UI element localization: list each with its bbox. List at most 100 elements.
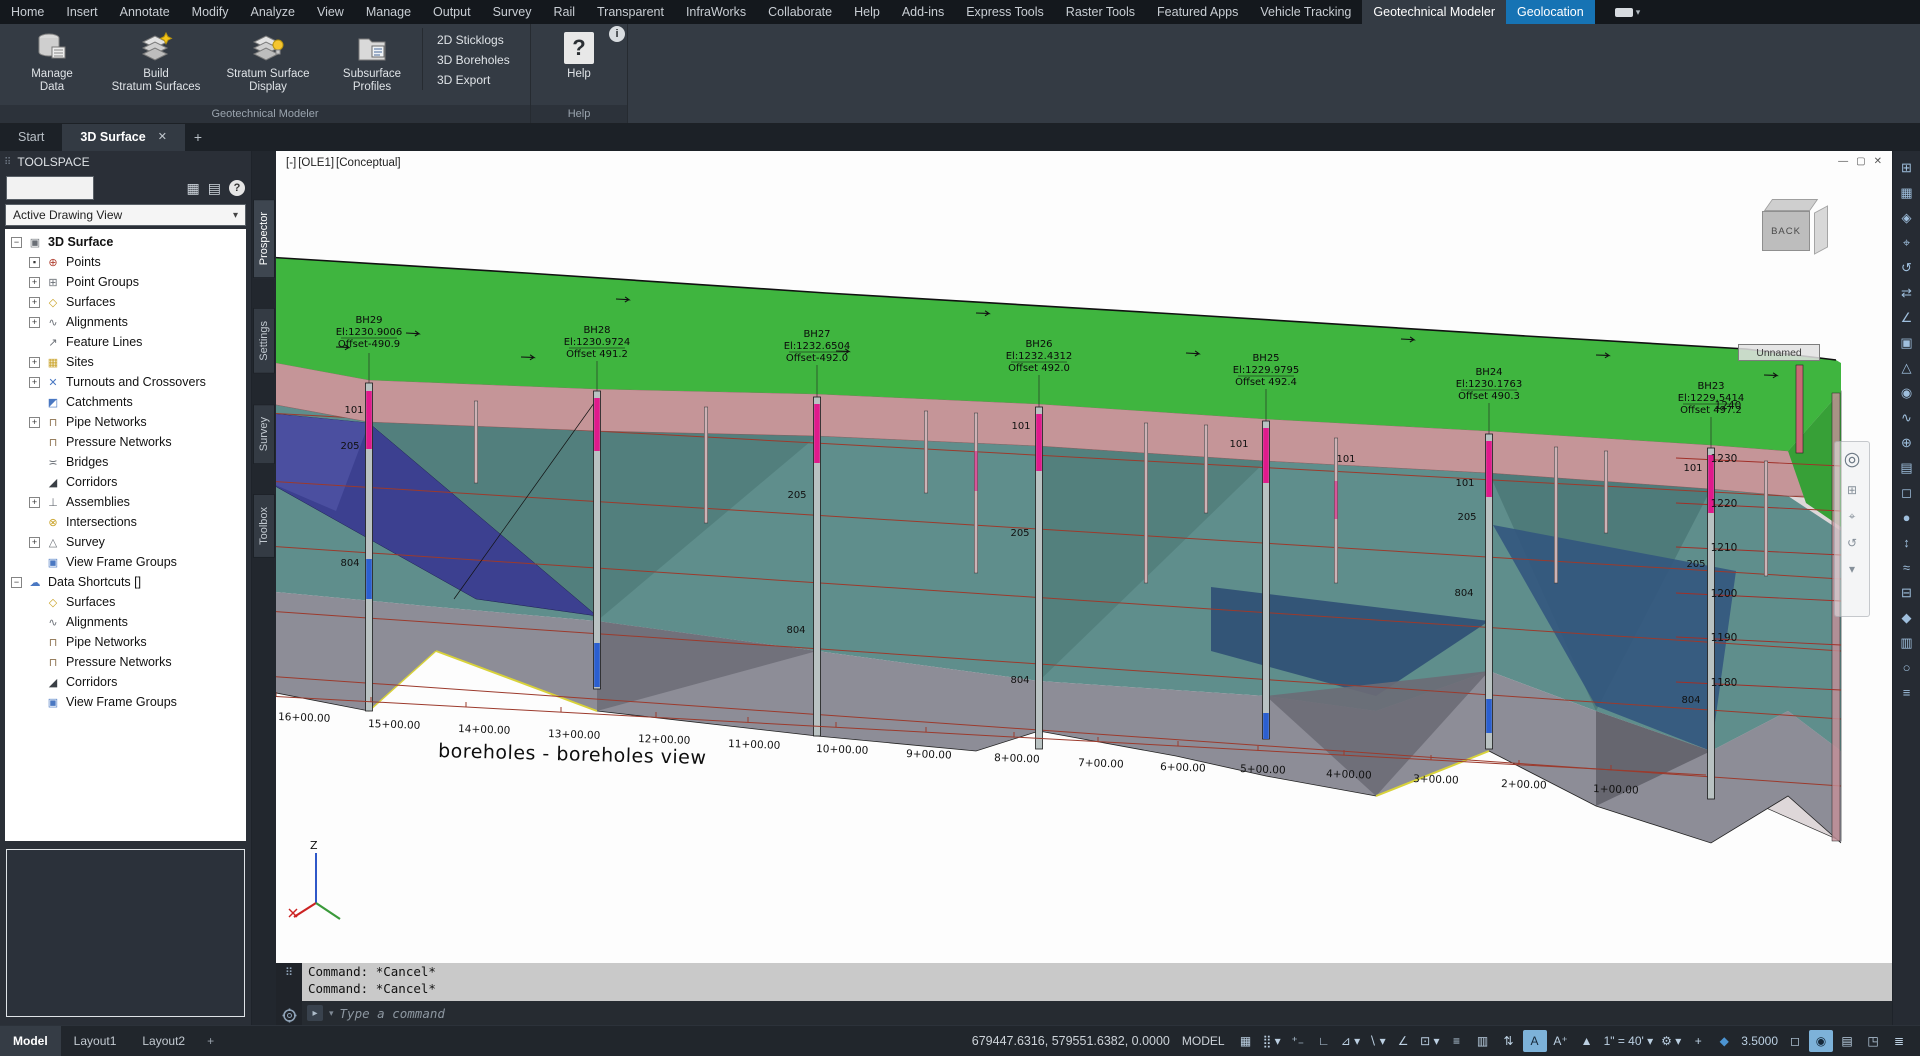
viewcube[interactable]: BACK xyxy=(1756,197,1832,259)
customize-wrench-icon[interactable] xyxy=(282,1008,297,1023)
annotation-autoscale-icon[interactable]: A⁺ xyxy=(1549,1030,1573,1052)
view-selector-dropdown[interactable]: Active Drawing View ▾ xyxy=(5,204,246,226)
target-icon[interactable]: ◉ xyxy=(1895,380,1919,405)
panel-label-help[interactable]: Help xyxy=(531,105,627,123)
lines-icon[interactable]: ≡ xyxy=(1895,680,1919,705)
wave-icon[interactable]: ∿ xyxy=(1895,405,1919,430)
tree-item-turnouts[interactable]: +✕Turnouts and Crossovers xyxy=(7,372,246,392)
tree-item-alignments[interactable]: +∿Alignments xyxy=(7,312,246,332)
tab-survey[interactable]: Survey xyxy=(482,0,543,24)
swap-icon[interactable]: ⇄ xyxy=(1895,280,1919,305)
tree-item-feature-lines[interactable]: ↗Feature Lines xyxy=(7,332,246,352)
side-tab-prospector[interactable]: Prospector xyxy=(253,199,275,278)
tree-item-catchments[interactable]: ◩Catchments xyxy=(7,392,246,412)
tab-modify[interactable]: Modify xyxy=(181,0,240,24)
new-drawing-button[interactable]: + xyxy=(185,124,211,151)
panel-label-geotechnical-modeler[interactable]: Geotechnical Modeler xyxy=(0,105,530,123)
info-icon[interactable]: i xyxy=(609,26,625,42)
tab-output[interactable]: Output xyxy=(422,0,482,24)
tab-analyze[interactable]: Analyze xyxy=(239,0,305,24)
close-icon[interactable]: ✕ xyxy=(1874,156,1882,167)
pan-icon[interactable]: ▦ xyxy=(1895,180,1919,205)
tree-item-data-shortcuts[interactable]: −☁Data Shortcuts [] xyxy=(7,572,246,592)
subsurface-profiles-button[interactable]: SubsurfaceProfiles xyxy=(324,28,420,94)
close-icon[interactable]: ✕ xyxy=(158,124,167,151)
navigation-bar[interactable]: ◎ ⊞ ⌖ ↺ ▾ xyxy=(1834,441,1870,617)
tab-raster-tools[interactable]: Raster Tools xyxy=(1055,0,1146,24)
ucs-icon[interactable]: Z xyxy=(289,839,340,919)
minimize-icon[interactable]: — xyxy=(1838,156,1848,167)
tab-express-tools[interactable]: Express Tools xyxy=(955,0,1055,24)
command-history[interactable]: Command: *Cancel* Command: *Cancel* xyxy=(302,963,1892,1001)
dynamic-input-icon[interactable]: ⁺₋ xyxy=(1286,1030,1310,1052)
ortho-icon[interactable]: ∟ xyxy=(1312,1030,1336,1052)
3d-export-button[interactable]: 3D Export xyxy=(431,70,526,90)
coordinates-readout[interactable]: 679447.6316, 579551.6382, 0.0000 xyxy=(972,1034,1170,1048)
plus-circle-icon[interactable]: ⊕ xyxy=(1895,430,1919,455)
polar-tracking-icon[interactable]: ⊿ ▾ xyxy=(1338,1030,1363,1052)
orbit-icon[interactable]: ↺ xyxy=(1847,536,1857,550)
triangle-icon[interactable]: △ xyxy=(1895,355,1919,380)
tab-layout1[interactable]: Layout1 xyxy=(61,1026,130,1056)
steering-wheel-icon[interactable]: ◎ xyxy=(1844,448,1861,471)
tab-model[interactable]: Model xyxy=(0,1026,61,1056)
dot-icon[interactable]: ● xyxy=(1895,505,1919,530)
drawing-viewport[interactable]: [-] [OLE1] [Conceptual] — ▢ ✕ xyxy=(276,151,1892,963)
viewport-view-control[interactable]: [OLE1] xyxy=(298,157,334,169)
collapse-icon[interactable]: − xyxy=(11,577,22,588)
tab-3d-surface[interactable]: 3D Surface ✕ xyxy=(62,124,185,151)
chevron-down-icon[interactable]: ▾ xyxy=(329,1008,334,1019)
annotation-scale-value[interactable]: 1" = 40' ▾ xyxy=(1600,1034,1658,1048)
tab-start[interactable]: Start xyxy=(0,124,62,151)
restore-icon[interactable]: ▢ xyxy=(1856,156,1865,167)
tab-transparent[interactable]: Transparent xyxy=(586,0,675,24)
lineweight-icon[interactable]: ≡ xyxy=(1445,1030,1469,1052)
tab-add-ins[interactable]: Add-ins xyxy=(891,0,955,24)
expander-icon[interactable]: ▪ xyxy=(29,257,40,268)
tab-rail[interactable]: Rail xyxy=(542,0,586,24)
zoom-window-icon[interactable]: ◈ xyxy=(1895,205,1919,230)
tree-item-view-frame-groups[interactable]: ▣View Frame Groups xyxy=(7,552,246,572)
side-tab-toolbox[interactable]: Toolbox xyxy=(253,494,275,558)
viewcube-front-face[interactable]: BACK xyxy=(1762,211,1810,251)
expander-icon[interactable]: + xyxy=(29,297,40,308)
tab-insert[interactable]: Insert xyxy=(55,0,108,24)
tree-item-pressure-networks[interactable]: ⊓Pressure Networks xyxy=(7,432,246,452)
tree-item-intersections[interactable]: ⊗Intersections xyxy=(7,512,246,532)
item-view-icon[interactable]: ▦ xyxy=(187,180,200,197)
square-icon[interactable]: ◻ xyxy=(1895,480,1919,505)
tree-item-ds-corridors[interactable]: ◢Corridors xyxy=(7,672,246,692)
workspace-gear-icon[interactable]: ⚙ ▾ xyxy=(1658,1030,1684,1052)
pointer-icon[interactable]: ⊞ xyxy=(1895,155,1919,180)
manage-data-button[interactable]: ManageData xyxy=(4,28,100,94)
new-layout-button[interactable]: + xyxy=(198,1034,223,1048)
tab-geolocation[interactable]: Geolocation xyxy=(1506,0,1595,24)
clean-screen-icon[interactable]: ◳ xyxy=(1861,1030,1885,1052)
toolspace-title-bar[interactable]: ⠿ TOOLSPACE xyxy=(0,151,251,173)
expander-icon[interactable]: + xyxy=(29,497,40,508)
tab-geotechnical-modeler[interactable]: Geotechnical Modeler xyxy=(1362,0,1506,24)
object-snap-icon[interactable]: ⊡ ▾ xyxy=(1417,1030,1442,1052)
tree-item-surfaces[interactable]: +◇Surfaces xyxy=(7,292,246,312)
tree-item-sites[interactable]: +▦Sites xyxy=(7,352,246,372)
status-value[interactable]: 3.5000 xyxy=(1737,1034,1782,1048)
side-tab-survey[interactable]: Survey xyxy=(253,404,275,464)
expander-icon[interactable]: + xyxy=(29,537,40,548)
viewport-menu-control[interactable]: [-] xyxy=(286,157,296,169)
build-stratum-surfaces-button[interactable]: BuildStratum Surfaces xyxy=(100,28,212,94)
expander-icon[interactable]: + xyxy=(29,357,40,368)
tree-item-assemblies[interactable]: +⊥Assemblies xyxy=(7,492,246,512)
expander-icon[interactable]: + xyxy=(29,377,40,388)
grid-icon[interactable]: ▦ xyxy=(1234,1030,1258,1052)
tree-item-ds-surfaces[interactable]: ◇Surfaces xyxy=(7,592,246,612)
isolate-objects-icon[interactable]: ◻ xyxy=(1783,1030,1807,1052)
tab-layout2[interactable]: Layout2 xyxy=(129,1026,198,1056)
tree-item-ds-pressure-networks[interactable]: ⊓Pressure Networks xyxy=(7,652,246,672)
model-space-button[interactable]: MODEL xyxy=(1182,1034,1225,1048)
tab-vehicle-tracking[interactable]: Vehicle Tracking xyxy=(1249,0,1362,24)
annotation-monitor-icon[interactable]: + xyxy=(1686,1030,1710,1052)
viewcube-top-face[interactable] xyxy=(1764,199,1818,211)
drag-handle-icon[interactable]: ⠿ xyxy=(285,966,293,979)
pan-icon[interactable]: ⊞ xyxy=(1847,483,1857,497)
vertical-icon[interactable]: ↕ xyxy=(1895,530,1919,555)
